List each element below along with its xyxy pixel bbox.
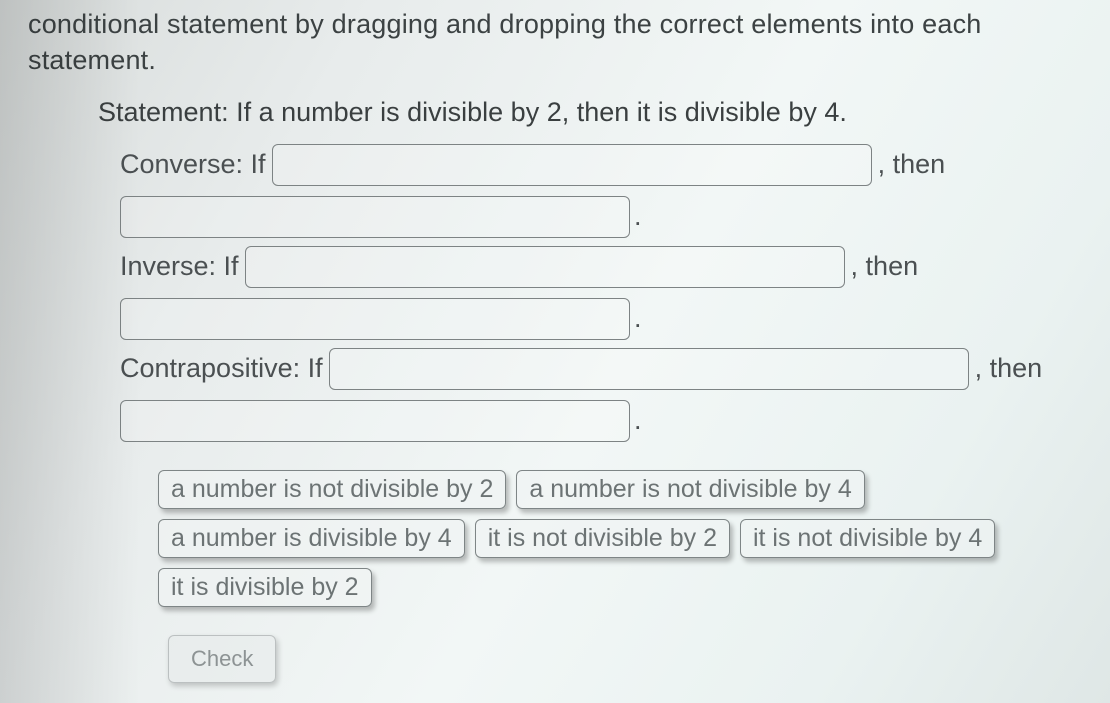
inverse-slot-1[interactable]	[245, 246, 845, 288]
inverse-row: Inverse: If , then .	[98, 246, 1082, 340]
contrapositive-row: Contrapositive: If , then .	[98, 348, 1082, 442]
option-chip[interactable]: a number is not divisible by 2	[158, 470, 506, 509]
instructions-text: conditional statement by dragging and dr…	[28, 6, 1082, 79]
contrapositive-period: .	[634, 405, 642, 436]
option-chip[interactable]: it is not divisible by 2	[475, 519, 730, 558]
original-statement: Statement: If a number is divisible by 2…	[98, 97, 1082, 128]
option-chip[interactable]: it is divisible by 2	[158, 568, 372, 607]
converse-row: Converse: If , then .	[98, 144, 1082, 238]
converse-then: , then	[878, 149, 946, 180]
contrapositive-then: , then	[975, 353, 1043, 384]
inverse-then: , then	[851, 251, 919, 282]
contrapositive-slot-1[interactable]	[329, 348, 969, 390]
option-chip[interactable]: it is not divisible by 4	[740, 519, 995, 558]
options-bank: a number is not divisible by 2 a number …	[98, 470, 1082, 607]
converse-slot-1[interactable]	[272, 144, 872, 186]
check-button[interactable]: Check	[168, 635, 276, 683]
converse-slot-2[interactable]	[120, 196, 630, 238]
inverse-period: .	[634, 303, 642, 334]
converse-period: .	[634, 201, 642, 232]
inverse-label: Inverse: If	[120, 251, 239, 282]
option-chip[interactable]: a number is not divisible by 4	[516, 470, 864, 509]
contrapositive-label: Contrapositive: If	[120, 353, 323, 384]
inverse-slot-2[interactable]	[120, 298, 630, 340]
contrapositive-slot-2[interactable]	[120, 400, 630, 442]
converse-label: Converse: If	[120, 149, 266, 180]
option-chip[interactable]: a number is divisible by 4	[158, 519, 465, 558]
statement-block: Statement: If a number is divisible by 2…	[28, 97, 1082, 683]
